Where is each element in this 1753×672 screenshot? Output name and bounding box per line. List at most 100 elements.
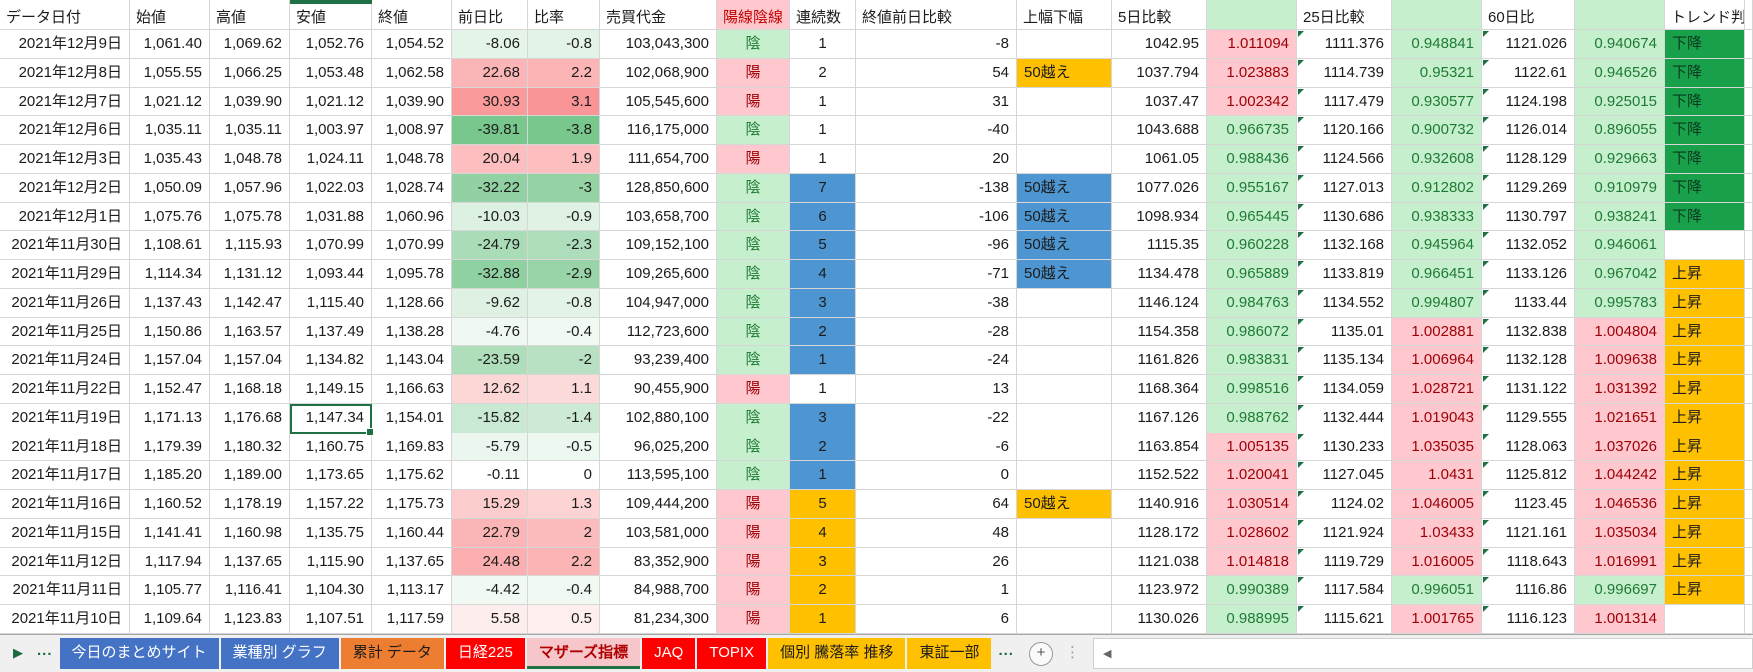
cell-candle[interactable]: 陰 [717,30,790,59]
cell-date[interactable]: 2021年12月6日 [0,116,130,145]
header-d5[interactable]: 5日比較 [1112,0,1207,30]
cell-r60[interactable]: 1.021651 [1575,404,1665,434]
cell-r25[interactable]: 0.912802 [1392,174,1482,203]
cell-trend[interactable]: 上昇 [1665,260,1745,289]
cell-trend[interactable]: 下降 [1665,174,1745,203]
cell-d5[interactable]: 1098.934 [1112,203,1207,232]
cell-range[interactable] [1017,605,1112,634]
cell-d60[interactable]: 1124.198 [1482,88,1575,117]
horizontal-scrollbar[interactable]: ◀ [1093,638,1753,669]
cell-d25[interactable]: 1132.168 [1297,231,1392,260]
cell-ratio[interactable]: -0.8 [528,30,600,59]
cell-trend[interactable]: 下降 [1665,116,1745,145]
cell-close_comp[interactable]: 13 [856,375,1017,404]
cell-streak[interactable]: 1 [790,116,856,145]
cell-r5[interactable]: 1.005135 [1207,433,1297,462]
cell-high[interactable]: 1,123.83 [210,605,290,634]
cell-d60[interactable]: 1126.014 [1482,116,1575,145]
cell-r5[interactable]: 1.020041 [1207,461,1297,490]
cell-low[interactable]: 1,052.76 [290,30,372,59]
cell-change[interactable]: 5.58 [452,605,528,634]
cell-range[interactable] [1017,375,1112,404]
cell-date[interactable]: 2021年11月10日 [0,605,130,634]
cell-r5[interactable]: 0.984763 [1207,289,1297,318]
cell-trend[interactable]: 上昇 [1665,318,1745,347]
header-r25[interactable] [1392,0,1482,30]
cell-low[interactable]: 1,093.44 [290,260,372,289]
cell-r25[interactable]: 1.028721 [1392,375,1482,404]
cell-high[interactable]: 1,048.78 [210,145,290,174]
cell-close[interactable]: 1,060.96 [372,203,452,232]
cell-d60[interactable]: 1116.123 [1482,605,1575,634]
cell-r5[interactable]: 1.028602 [1207,519,1297,548]
cell-trend[interactable]: 上昇 [1665,404,1745,434]
cell-d5[interactable]: 1140.916 [1112,490,1207,519]
cell-range[interactable] [1017,346,1112,375]
cell-r5[interactable]: 0.966735 [1207,116,1297,145]
cell-filler[interactable] [1745,289,1753,318]
cell-open[interactable]: 1,021.12 [130,88,210,117]
sheet-tab-7[interactable]: TOPIX [697,638,766,669]
sheet-tab-8[interactable]: 個別 騰落率 推移 [768,638,905,669]
cell-date[interactable]: 2021年11月19日 [0,404,130,434]
cell-open[interactable]: 1,108.61 [130,231,210,260]
cell-trend[interactable]: 上昇 [1665,576,1745,605]
cell-value[interactable]: 128,850,600 [600,174,717,203]
cell-range[interactable] [1017,461,1112,490]
cell-d25[interactable]: 1134.552 [1297,289,1392,318]
cell-close[interactable]: 1,128.66 [372,289,452,318]
cell-low[interactable]: 1,053.48 [290,59,372,88]
cell-r60[interactable]: 0.996697 [1575,576,1665,605]
cell-r60[interactable]: 0.938241 [1575,203,1665,232]
cell-date[interactable]: 2021年11月17日 [0,461,130,490]
cell-open[interactable]: 1,171.13 [130,404,210,434]
cell-change[interactable]: -23.59 [452,346,528,375]
header-change[interactable]: 前日比 [452,0,528,30]
cell-r25[interactable]: 1.006964 [1392,346,1482,375]
cell-trend[interactable]: 下降 [1665,59,1745,88]
cell-streak[interactable]: 4 [790,519,856,548]
cell-candle[interactable]: 陰 [717,116,790,145]
cell-r25[interactable]: 1.019043 [1392,404,1482,434]
cell-value[interactable]: 109,152,100 [600,231,717,260]
cell-filler[interactable] [1745,404,1753,434]
cell-candle[interactable]: 陰 [717,174,790,203]
header-ratio[interactable]: 比率 [528,0,600,30]
cell-d25[interactable]: 1135.134 [1297,346,1392,375]
cell-value[interactable]: 109,444,200 [600,490,717,519]
cell-open[interactable]: 1,141.41 [130,519,210,548]
sheet-tab-5[interactable]: マザーズ指標 [527,638,640,669]
cell-d60[interactable]: 1129.269 [1482,174,1575,203]
cell-close[interactable]: 1,095.78 [372,260,452,289]
cell-close_comp[interactable]: -138 [856,174,1017,203]
cell-high[interactable]: 1,137.65 [210,548,290,577]
cell-value[interactable]: 102,880,100 [600,404,717,434]
cell-ratio[interactable]: -2.3 [528,231,600,260]
cell-close_comp[interactable]: 0 [856,461,1017,490]
cell-range[interactable]: 50越え [1017,490,1112,519]
cell-d5[interactable]: 1042.95 [1112,30,1207,59]
cell-d25[interactable]: 1121.924 [1297,519,1392,548]
cell-r60[interactable]: 1.035034 [1575,519,1665,548]
cell-date[interactable]: 2021年11月22日 [0,375,130,404]
sheet-tab-3[interactable]: 累計 データ [341,638,444,669]
cell-d25[interactable]: 1119.729 [1297,548,1392,577]
cell-low[interactable]: 1,173.65 [290,461,372,490]
cell-d60[interactable]: 1131.122 [1482,375,1575,404]
cell-high[interactable]: 1,115.93 [210,231,290,260]
cell-date[interactable]: 2021年12月3日 [0,145,130,174]
cell-low[interactable]: 1,160.75 [290,433,372,462]
cell-date[interactable]: 2021年11月24日 [0,346,130,375]
cell-close[interactable]: 1,154.01 [372,404,452,434]
cell-value[interactable]: 113,595,100 [600,461,717,490]
cell-open[interactable]: 1,075.76 [130,203,210,232]
cell-change[interactable]: -4.42 [452,576,528,605]
cell-streak[interactable]: 1 [790,145,856,174]
cell-open[interactable]: 1,035.43 [130,145,210,174]
cell-r25[interactable]: 1.0431 [1392,461,1482,490]
cell-change[interactable]: -32.88 [452,260,528,289]
cell-r60[interactable]: 1.031392 [1575,375,1665,404]
scroll-left-icon[interactable]: ◀ [1094,647,1120,660]
active-cell[interactable]: 1,147.34 [290,404,372,434]
cell-r25[interactable]: 0.996051 [1392,576,1482,605]
